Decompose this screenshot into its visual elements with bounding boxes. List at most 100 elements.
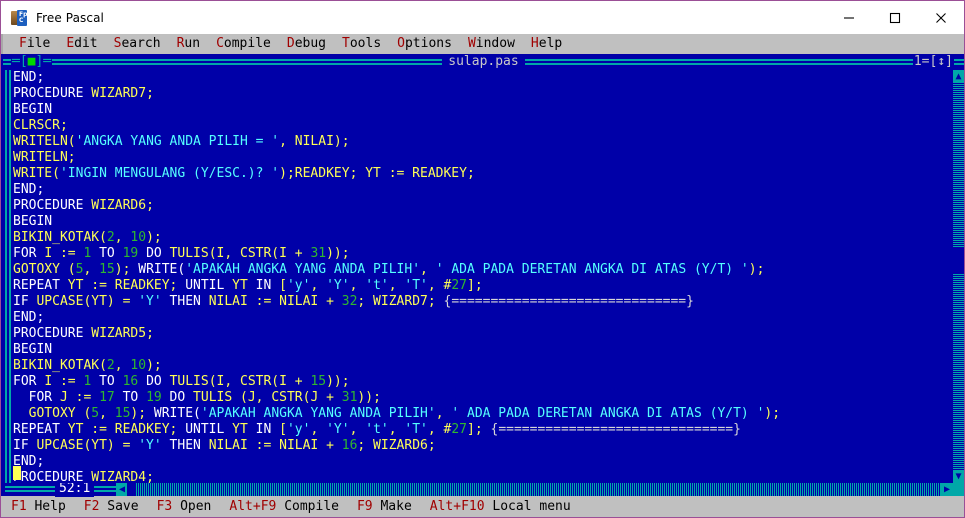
code-line[interactable]: BEGIN [13,214,951,230]
editor-window: ═[■]═ sulap.pas 1=[↕] END; PROCEDURE WIZA… [3,54,964,497]
menu-item-window[interactable]: Window [460,34,523,54]
code-line[interactable]: FOR J := 17 TO 19 DO TULIS (J, CSTR(J + … [13,390,951,406]
code-line[interactable]: REPEAT YT := READKEY; UNTIL YT IN ['y' , … [13,422,951,438]
code-token-id: WRITELN; [13,150,76,165]
code-line[interactable]: GOTOXY (5, 15); WRITE('APAKAH ANGKA YANG… [13,406,951,422]
menu-item-debug[interactable]: Debug [279,34,334,54]
code-line[interactable]: BEGIN [13,102,951,118]
code-token-id: )); [357,390,381,405]
status-item-compile[interactable]: Alt+F9 Compile [229,499,339,514]
code-token-kw: DO [161,390,194,405]
code-token-id: , NILAI); [279,134,350,149]
code-token-kw: FOR [13,374,45,389]
code-line[interactable]: END; [13,182,951,198]
code-token-str: 'Y' [138,294,162,309]
code-line[interactable]: PROCEDURE WIZARD7; [13,86,951,102]
code-line[interactable]: BIKIN_KOTAK(2, 10); [13,358,951,374]
horizontal-scrollbar[interactable]: ◀ ▶ [116,483,953,496]
status-shortcut-key: F1 [11,499,35,514]
code-line[interactable]: PROCEDURE WIZARD6; [13,198,951,214]
code-token-str: 'APAKAH ANGKA YANG ANDA PILIH' [185,262,421,277]
code-token-num: 27 [451,422,468,437]
code-line[interactable]: WRITE('INGIN MENGULANG (Y/ESC.)? ');READ… [13,166,951,182]
code-token-num: 2 [106,230,115,245]
menu-item-run[interactable]: Run [169,34,208,54]
code-token-kw: REPEAT [13,422,68,437]
status-shortcut-key: Alt+F9 [229,499,285,514]
menu-item-search[interactable]: Search [106,34,169,54]
code-line[interactable]: FOR I := 1 TO 19 DO TULIS(I, CSTR(I + 31… [13,246,951,262]
code-line[interactable]: REPEAT YT := READKEY; UNTIL YT IN ['y' , … [13,278,951,294]
code-token-id: YT := READKEY; [67,422,186,437]
code-line[interactable]: CLRSCR; [13,118,951,134]
menu-label: ptions [404,36,452,51]
status-item-make[interactable]: F9 Make [357,499,412,514]
menu-hotkey: H [530,36,539,51]
status-shortcut-key: F3 [156,499,181,514]
scroll-right-arrow-icon[interactable]: ▶ [941,483,953,496]
vertical-scrollbar[interactable]: ▲ ▼ [953,70,964,483]
menu-item-help[interactable]: Help [523,34,570,54]
editor-window-number[interactable]: 1=[↕] [912,54,954,70]
vertical-scrollbar-thumb[interactable] [953,248,964,274]
code-token-str: 't' [365,422,389,437]
status-item-local-menu[interactable]: Alt+F10 Local menu [430,499,571,514]
code-token-kw: END; [13,182,45,197]
editor-left-frame [5,70,11,483]
menu-hotkey: C [216,36,224,51]
code-token-kw: PROCEDURE [13,470,92,483]
scroll-up-arrow-icon[interactable]: ▲ [953,70,964,83]
menu-hotkey: F [19,36,27,51]
menu-item-options[interactable]: Options [389,34,460,54]
maximize-icon [889,12,901,23]
close-button[interactable] [918,1,964,34]
code-line[interactable]: END; [13,70,951,86]
menu-item-file[interactable]: File [11,34,58,54]
code-line[interactable]: PROCEDURE WIZARD5; [13,326,951,342]
menu-label: elp [538,36,563,51]
code-line[interactable]: BEGIN [13,342,951,358]
status-shortcut-label: Help [34,499,66,514]
editor-resize-corner[interactable] [953,483,964,496]
window-title: Free Pascal [36,10,104,25]
code-token-kw: DO [138,374,170,389]
code-line[interactable]: END; [13,454,951,470]
code-token-id: , [388,422,405,437]
code-editor-text[interactable]: END; PROCEDURE WIZARD7; BEGIN CLRSCR; WRITEL… [13,70,951,483]
code-line[interactable]: END; [13,310,951,326]
code-line[interactable]: WRITELN; [13,150,951,166]
code-line[interactable]: FOR I := 1 TO 16 DO TULIS(I, CSTR(I + 15… [13,374,951,390]
editor-close-box[interactable]: ═[■]═ [11,54,53,70]
code-line[interactable]: WRITELN('ANGKA YANG ANDA PILIH = ', NILA… [13,134,951,150]
code-line[interactable]: PROCEDURE WIZARD4; [13,470,951,483]
scroll-down-arrow-icon[interactable]: ▼ [953,470,964,483]
status-item-save[interactable]: F2 Save [84,499,139,514]
code-token-id: WIZARD6; [91,198,154,213]
minimize-button[interactable] [826,1,872,34]
status-item-open[interactable]: F3 Open [157,499,212,514]
free-pascal-logo-icon: Fp C [11,9,27,26]
code-token-kw: TO [91,246,123,261]
code-line[interactable]: IF UPCASE(YT) = 'Y' THEN NILAI := NILAI … [13,294,951,310]
code-token-kw: IN [255,278,280,293]
horizontal-scrollbar-thumb[interactable] [127,483,136,496]
status-shortcut-label: Save [107,499,139,514]
code-line[interactable]: BIKIN_KOTAK(2, 10); [13,230,951,246]
code-token-id: ]; [467,422,491,437]
code-token-kw: WRITE( [138,262,186,277]
code-token-id: [ [279,278,287,293]
code-line[interactable]: GOTOXY (5, 15); WRITE('APAKAH ANGKA YANG… [13,262,951,278]
maximize-button[interactable] [872,1,918,34]
code-token-id: , # [427,278,452,293]
code-token-id: TULIS(I, CSTR(I + [169,246,311,261]
menu-item-edit[interactable]: Edit [58,34,105,54]
code-token-id: WRITELN( [13,134,76,149]
code-line[interactable]: IF UPCASE(YT) = 'Y' THEN NILAI := NILAI … [13,438,951,454]
code-token-id: , [420,262,436,277]
menu-label: dit [74,36,98,51]
code-token-kw: FOR [13,246,45,261]
menu-item-compile[interactable]: Compile [208,34,279,54]
status-item-help[interactable]: F1 Help [11,499,66,514]
menu-item-tools[interactable]: Tools [334,34,389,54]
menu-label: ile [26,36,51,51]
